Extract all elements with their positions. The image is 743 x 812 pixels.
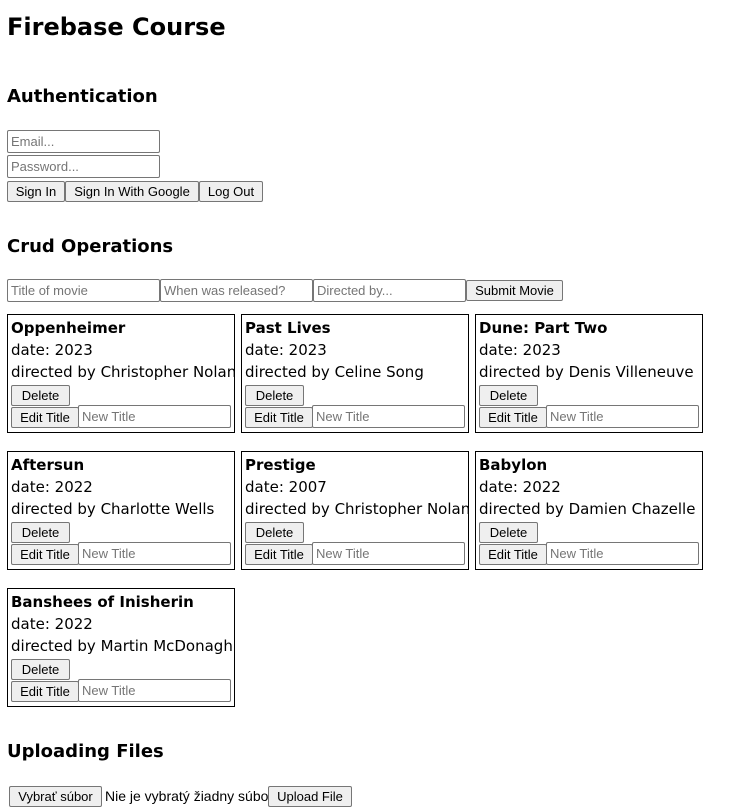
movie-card: Babylon date: 2022 directed by Damien Ch… [475, 451, 703, 570]
movie-date: date: 2023 [479, 341, 561, 359]
movie-director: directed by Celine Song [245, 363, 424, 381]
movie-director: directed by Martin McDonagh [11, 637, 233, 655]
movie-director: directed by Denis Villeneuve [479, 363, 694, 381]
edit-title-button[interactable]: Edit Title [479, 544, 547, 565]
email-input[interactable] [7, 130, 160, 153]
movie-title: Babylon [479, 456, 548, 474]
new-title-input[interactable] [312, 405, 465, 428]
movie-director: directed by Charlotte Wells [11, 500, 215, 518]
edit-title-button[interactable]: Edit Title [245, 544, 313, 565]
delete-movie-button[interactable]: Delete [11, 385, 70, 406]
movie-card: Banshees of Inisherin date: 2022 directe… [7, 588, 235, 707]
delete-movie-button[interactable]: Delete [245, 385, 304, 406]
movie-title: Aftersun [11, 456, 85, 474]
sign-in-button[interactable]: Sign In [7, 181, 65, 202]
movie-card: Aftersun date: 2022 directed by Charlott… [7, 451, 235, 570]
edit-title-button[interactable]: Edit Title [11, 544, 79, 565]
crud-heading: Crud Operations [7, 236, 174, 257]
delete-movie-button[interactable]: Delete [11, 659, 70, 680]
movie-title: Banshees of Inisherin [11, 593, 194, 611]
movie-title: Oppenheimer [11, 319, 126, 337]
director-input[interactable] [313, 279, 466, 302]
upload-file-button[interactable]: Upload File [268, 786, 352, 807]
movie-title: Prestige [245, 456, 316, 474]
movie-director: directed by Christopher Nolan [11, 363, 237, 381]
delete-movie-button[interactable]: Delete [245, 522, 304, 543]
delete-movie-button[interactable]: Delete [479, 522, 538, 543]
movie-date: date: 2022 [11, 478, 93, 496]
edit-title-button[interactable]: Edit Title [479, 407, 547, 428]
movie-date: date: 2022 [479, 478, 561, 496]
movie-director: directed by Damien Chazelle [479, 500, 696, 518]
movie-card: Past Lives date: 2023 directed by Celine… [241, 314, 469, 433]
password-input[interactable] [7, 155, 160, 178]
edit-title-button[interactable]: Edit Title [11, 407, 79, 428]
no-file-chosen-text: Nie je vybratý žiadny súbor [105, 788, 274, 804]
new-title-input[interactable] [546, 542, 699, 565]
movie-date: date: 2022 [11, 615, 93, 633]
new-title-input[interactable] [546, 405, 699, 428]
new-title-input[interactable] [312, 542, 465, 565]
movie-title: Dune: Part Two [479, 319, 608, 337]
movie-title-input[interactable] [7, 279, 160, 302]
new-title-input[interactable] [78, 542, 231, 565]
movie-card: Dune: Part Two date: 2023 directed by De… [475, 314, 703, 433]
movie-title: Past Lives [245, 319, 331, 337]
upload-heading: Uploading Files [7, 741, 164, 762]
delete-movie-button[interactable]: Delete [479, 385, 538, 406]
sign-in-google-button[interactable]: Sign In With Google [65, 181, 199, 202]
movie-director: directed by Christopher Nolan [245, 500, 471, 518]
movie-date: date: 2007 [245, 478, 327, 496]
release-year-input[interactable] [160, 279, 313, 302]
movie-card: Prestige date: 2007 directed by Christop… [241, 451, 471, 570]
submit-movie-button[interactable]: Submit Movie [466, 280, 563, 301]
edit-title-button[interactable]: Edit Title [11, 681, 79, 702]
movie-card: Oppenheimer date: 2023 directed by Chris… [7, 314, 237, 433]
movie-date: date: 2023 [245, 341, 327, 359]
movie-date: date: 2023 [11, 341, 93, 359]
new-title-input[interactable] [78, 405, 231, 428]
log-out-button[interactable]: Log Out [199, 181, 263, 202]
page-title: Firebase Course [7, 13, 226, 41]
new-title-input[interactable] [78, 679, 231, 702]
choose-file-button[interactable]: Vybrať súbor [9, 786, 102, 807]
delete-movie-button[interactable]: Delete [11, 522, 70, 543]
edit-title-button[interactable]: Edit Title [245, 407, 313, 428]
auth-heading: Authentication [7, 86, 158, 107]
